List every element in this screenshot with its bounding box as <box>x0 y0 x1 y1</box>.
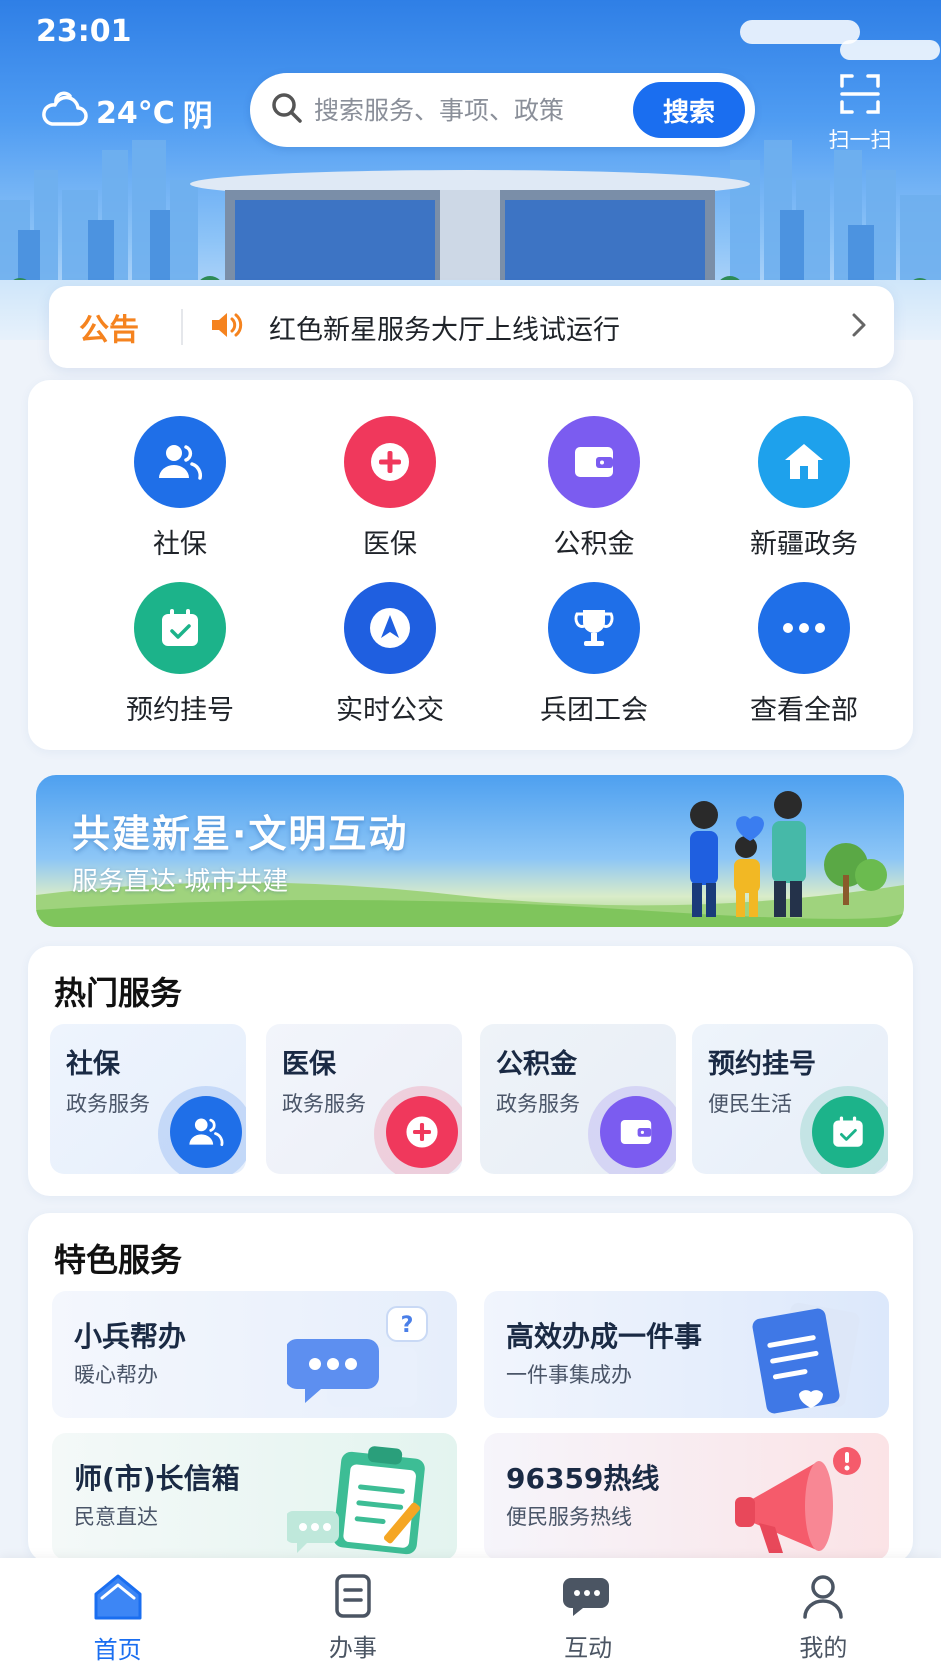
hot-service-card[interactable]: 公积金 政务服务 <box>480 1024 676 1174</box>
wallet-icon <box>600 1096 672 1168</box>
service-label: 预约挂号 <box>126 695 234 726</box>
service-label: 公积金 <box>553 529 635 560</box>
nav-profile[interactable]: 我的 <box>706 1558 941 1672</box>
user-icon <box>800 1575 846 1624</box>
featured-service-title: 高效办成一件事 <box>506 1320 703 1353</box>
nav-label: 办事 <box>328 1634 377 1662</box>
more-icon <box>758 582 850 674</box>
document-icon <box>752 1302 860 1414</box>
featured-service-subtitle: 暖心帮办 <box>74 1363 158 1387</box>
search-icon <box>270 91 304 129</box>
chat-icon <box>563 1578 613 1624</box>
megaphone-icon <box>735 1447 861 1553</box>
nav-label: 互动 <box>564 1634 613 1662</box>
nav-label: 我的 <box>799 1634 848 1662</box>
announcement-text: 红色新星服务大厅上线试运行 <box>269 314 620 346</box>
section-title: 热门服务 <box>54 974 183 1012</box>
chat-bubble-icon: ? <box>287 1306 428 1407</box>
hot-service-subtitle: 政务服务 <box>282 1092 366 1116</box>
wallet-icon <box>548 416 640 508</box>
service-gongjijin[interactable]: 公积金 <box>494 416 694 561</box>
calendar-icon <box>134 582 226 674</box>
nav-services[interactable]: 办事 <box>235 1558 470 1672</box>
hot-service-subtitle: 政务服务 <box>496 1092 580 1116</box>
service-union[interactable]: 兵团工会 <box>494 582 694 727</box>
weather-temperature: 24°C <box>96 95 175 131</box>
hot-service-subtitle: 便民生活 <box>708 1092 792 1116</box>
trophy-icon <box>548 582 640 674</box>
people-icon <box>134 416 226 508</box>
search-input[interactable] <box>314 95 614 125</box>
service-label: 兵团工会 <box>540 695 648 726</box>
bottom-navigation: 首页 办事 互动 我的 <box>0 1558 941 1672</box>
featured-service-subtitle: 便民服务热线 <box>506 1505 632 1529</box>
featured-service-card[interactable]: 高效办成一件事 一件事集成办 <box>484 1291 889 1418</box>
featured-service-title: 师(市)长信箱 <box>74 1462 240 1495</box>
featured-services-section: 特色服务 小兵帮办 暖心帮办 ? 高效办成一件事 一件事集成办 师(市)长信箱 … <box>28 1213 913 1563</box>
featured-service-title: 小兵帮办 <box>74 1320 187 1353</box>
hot-service-card[interactable]: 医保 政务服务 <box>266 1024 462 1174</box>
service-appointment[interactable]: 预约挂号 <box>80 582 280 727</box>
search-button[interactable]: 搜索 <box>633 82 745 138</box>
quick-services-grid: 社保 医保 公积金 新疆政务 预约挂号 实时公交 兵团工会 查看全部 <box>28 380 913 750</box>
service-label: 新疆政务 <box>750 529 858 560</box>
speaker-icon <box>209 310 243 344</box>
service-bus[interactable]: 实时公交 <box>290 582 490 727</box>
document-icon <box>331 1574 375 1624</box>
featured-service-card[interactable]: 96359热线 便民服务热线 <box>484 1433 889 1560</box>
calendar-icon <box>812 1096 884 1168</box>
svg-text:?: ? <box>401 1313 414 1338</box>
scan-button[interactable]: 扫一扫 <box>820 72 900 154</box>
hot-service-title: 社保 <box>66 1049 120 1080</box>
cloud-icon <box>40 90 88 136</box>
featured-service-title: 96359热线 <box>506 1462 660 1495</box>
status-bar-time: 23:01 <box>36 14 132 49</box>
service-xinjiang-gov[interactable]: 新疆政务 <box>704 416 904 561</box>
clipboard-icon <box>287 1446 425 1555</box>
hot-service-title: 医保 <box>282 1049 336 1080</box>
hot-services-section: 热门服务 社保 政务服务 医保 政务服务 公积金 政务服务 预约挂号 便民生活 <box>28 946 913 1196</box>
home-icon <box>758 416 850 508</box>
service-label: 社保 <box>153 529 207 560</box>
nav-label: 首页 <box>93 1636 142 1664</box>
search-bar[interactable]: 搜索 <box>250 73 755 147</box>
people-icon <box>170 1096 242 1168</box>
service-view-all[interactable]: 查看全部 <box>704 582 904 727</box>
weather-widget[interactable]: 24°C 阴 <box>40 90 213 136</box>
hot-service-card[interactable]: 预约挂号 便民生活 <box>692 1024 888 1174</box>
plus-icon <box>386 1096 458 1168</box>
announcement-bar[interactable]: 公告 红色新星服务大厅上线试运行 <box>49 286 894 368</box>
cloud-decoration <box>840 40 940 60</box>
cloud-decoration <box>740 20 860 44</box>
hot-service-card[interactable]: 社保 政务服务 <box>50 1024 246 1174</box>
section-title: 特色服务 <box>54 1241 183 1279</box>
service-shebao[interactable]: 社保 <box>80 416 280 561</box>
divider <box>181 309 183 345</box>
featured-service-card[interactable]: 师(市)长信箱 民意直达 <box>52 1433 457 1560</box>
featured-service-card[interactable]: 小兵帮办 暖心帮办 ? <box>52 1291 457 1418</box>
service-label: 查看全部 <box>750 695 858 726</box>
promo-banner[interactable]: 共建新星·文明互动 服务直达·城市共建 <box>36 775 904 927</box>
scan-label: 扫一扫 <box>828 128 892 152</box>
hot-service-title: 预约挂号 <box>708 1049 816 1080</box>
banner-subtitle: 服务直达·城市共建 <box>72 867 289 897</box>
service-label: 实时公交 <box>336 695 444 726</box>
nav-interact[interactable]: 互动 <box>471 1558 706 1672</box>
banner-title: 共建新星·文明互动 <box>72 812 409 856</box>
scan-icon <box>838 74 882 120</box>
city-skyline-image <box>0 140 941 300</box>
home-icon <box>92 1574 144 1626</box>
weather-condition: 阴 <box>182 99 213 134</box>
hot-service-title: 公积金 <box>496 1049 577 1080</box>
announcement-tag: 公告 <box>79 313 139 348</box>
service-label: 医保 <box>363 529 417 560</box>
plus-icon <box>344 416 436 508</box>
chevron-right-icon <box>850 312 868 342</box>
nav-home[interactable]: 首页 <box>0 1558 235 1672</box>
navigation-icon <box>344 582 436 674</box>
featured-service-subtitle: 一件事集成办 <box>506 1363 632 1387</box>
service-yibao[interactable]: 医保 <box>290 416 490 561</box>
featured-service-subtitle: 民意直达 <box>74 1505 158 1529</box>
hot-service-subtitle: 政务服务 <box>66 1092 150 1116</box>
